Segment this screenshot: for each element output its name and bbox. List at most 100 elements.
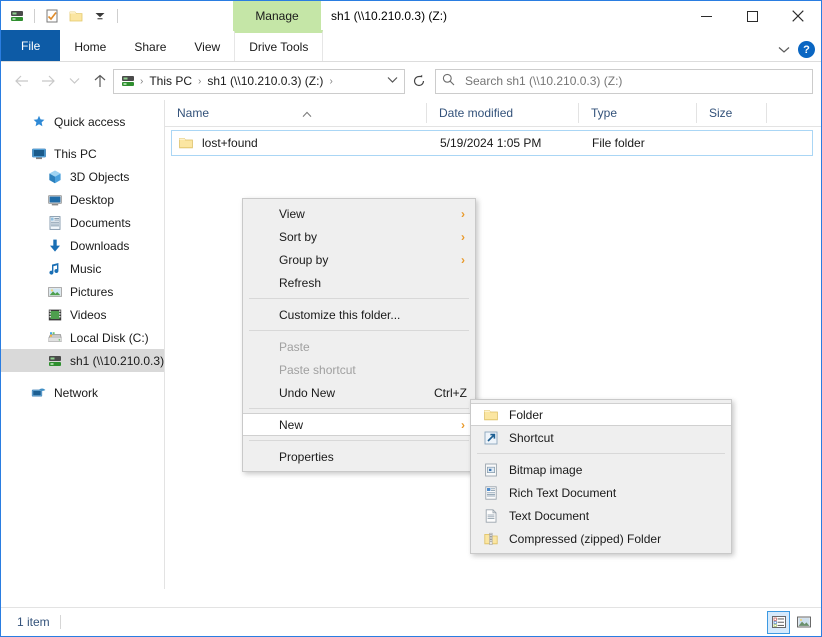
sidebar-item-network[interactable]: Network [1, 381, 164, 404]
context-menu-separator [249, 408, 469, 409]
column-header-size[interactable]: Size [697, 103, 767, 123]
file-name-label: lost+found [202, 136, 258, 150]
music-icon [47, 261, 63, 277]
tab-share[interactable]: Share [120, 32, 180, 61]
tab-home[interactable]: Home [60, 32, 120, 61]
submenu-item-folder[interactable]: Folder [471, 403, 731, 426]
submenu-item-compressed-zipped-folder[interactable]: Compressed (zipped) Folder [471, 527, 731, 550]
sidebar-item-label: Desktop [70, 193, 114, 207]
tab-file[interactable]: File [1, 30, 60, 61]
sidebar-item-label: Music [70, 262, 101, 276]
up-button[interactable] [87, 68, 113, 94]
breadcrumb-dropdown-icon[interactable] [387, 76, 400, 87]
context-menu-item-customize-this-folder[interactable]: Customize this folder... [243, 303, 475, 326]
new-folder-icon[interactable] [66, 6, 86, 26]
breadcrumb-sh1[interactable]: sh1 (\\10.210.0.3) (Z:) [205, 74, 325, 88]
view-mode-buttons [767, 611, 815, 634]
sidebar-item-this-pc[interactable]: This PC [1, 142, 164, 165]
network-drive-icon[interactable] [7, 6, 27, 26]
sidebar-item-quick-access[interactable]: Quick access [1, 110, 164, 133]
sidebar-item-label: Pictures [70, 285, 113, 299]
submenu-item-label: Text Document [509, 509, 589, 523]
sidebar-item-pictures[interactable]: Pictures [1, 280, 164, 303]
large-icons-view-button[interactable] [792, 611, 815, 634]
column-header-type[interactable]: Type [579, 103, 697, 123]
sidebar-item-music[interactable]: Music [1, 257, 164, 280]
chevron-right-icon: › [461, 207, 465, 221]
column-header-label: Name [177, 106, 209, 120]
tab-file-label: File [21, 39, 40, 53]
tab-view[interactable]: View [180, 32, 234, 61]
table-row[interactable]: lost+found 5/19/2024 1:05 PM File folder [171, 130, 813, 156]
context-menu-item-paste-shortcut: Paste shortcut [243, 358, 475, 381]
context-menu-item-group-by[interactable]: Group by › [243, 248, 475, 271]
navigation-pane: Quick access This PC [1, 100, 165, 589]
column-header-label: Type [591, 106, 617, 120]
context-menu-item-sort-by[interactable]: Sort by › [243, 225, 475, 248]
documents-icon [47, 215, 63, 231]
network-icon [31, 385, 47, 401]
context-menu-item-view[interactable]: View › [243, 202, 475, 225]
recent-locations-button[interactable] [61, 68, 87, 94]
search-box[interactable] [435, 69, 813, 94]
sidebar-item-3d-objects[interactable]: 3D Objects [1, 165, 164, 188]
sidebar-item-label: sh1 (\\10.210.0.3) (Z [70, 354, 164, 368]
context-menu-item-properties[interactable]: Properties [243, 445, 475, 468]
sidebar-item-label: Network [54, 386, 98, 400]
folder-icon [483, 407, 499, 423]
context-menu-item-label: View [279, 207, 305, 221]
sort-ascending-caret-icon [302, 105, 312, 125]
local-disk-icon [47, 330, 63, 346]
breadcrumb-separator-1[interactable]: › [194, 76, 205, 87]
computer-icon [31, 146, 47, 162]
column-header-date-modified[interactable]: Date modified [427, 103, 579, 123]
tab-drive-tools[interactable]: Drive Tools [234, 30, 323, 61]
breadcrumb-separator-2[interactable]: › [325, 76, 336, 87]
context-menu-separator [249, 330, 469, 331]
submenu-item-bitmap-image[interactable]: Bitmap image [471, 458, 731, 481]
sidebar-item-downloads[interactable]: Downloads [1, 234, 164, 257]
quick-access-toolbar [1, 1, 121, 31]
submenu-item-shortcut[interactable]: Shortcut [471, 426, 731, 449]
chevron-right-icon: › [461, 418, 465, 432]
context-menu-item-accelerator: Ctrl+Z [434, 386, 467, 400]
context-menu-item-label: Undo New [279, 386, 335, 400]
minimize-button[interactable] [683, 1, 729, 31]
videos-icon [47, 307, 63, 323]
sidebar-item-videos[interactable]: Videos [1, 303, 164, 326]
breadcrumb-this-pc[interactable]: This PC [147, 74, 194, 88]
tab-share-label: Share [134, 40, 166, 54]
sidebar-item-sh1-network-drive[interactable]: sh1 (\\10.210.0.3) (Z [1, 349, 164, 372]
help-icon[interactable]: ? [798, 41, 815, 58]
maximize-button[interactable] [729, 1, 775, 31]
sidebar-item-label: This PC [54, 147, 97, 161]
sidebar-item-local-disk-c[interactable]: Local Disk (C:) [1, 326, 164, 349]
ribbon-right-controls: ? [778, 41, 815, 58]
submenu-item-label: Bitmap image [509, 463, 582, 477]
file-type-cell: File folder [586, 136, 704, 150]
back-button[interactable] [9, 68, 35, 94]
network-drive-icon [120, 73, 136, 89]
column-header-name[interactable]: Name [165, 103, 427, 123]
submenu-item-text-document[interactable]: Text Document [471, 504, 731, 527]
breadcrumb-separator-0[interactable]: › [136, 76, 147, 87]
refresh-button[interactable] [405, 69, 433, 94]
sidebar-item-label: Local Disk (C:) [70, 331, 149, 345]
zip-folder-icon [483, 531, 499, 547]
forward-button[interactable] [35, 68, 61, 94]
customize-qat-caret[interactable] [90, 6, 110, 26]
submenu-item-label: Rich Text Document [509, 486, 616, 500]
submenu-item-rich-text-document[interactable]: Rich Text Document [471, 481, 731, 504]
details-view-button[interactable] [767, 611, 790, 634]
search-input[interactable] [463, 73, 806, 89]
context-menu-item-undo-new[interactable]: Undo New Ctrl+Z [243, 381, 475, 404]
sidebar-item-documents[interactable]: Documents [1, 211, 164, 234]
properties-icon[interactable] [42, 6, 62, 26]
context-menu-item-new[interactable]: New › [243, 413, 475, 436]
chevron-down-icon[interactable] [778, 45, 790, 55]
sidebar-item-desktop[interactable]: Desktop [1, 188, 164, 211]
chevron-right-icon: › [461, 253, 465, 267]
breadcrumb-bar[interactable]: › This PC › sh1 (\\10.210.0.3) (Z:) › [113, 69, 405, 94]
close-button[interactable] [775, 1, 821, 31]
context-menu-item-refresh[interactable]: Refresh [243, 271, 475, 294]
